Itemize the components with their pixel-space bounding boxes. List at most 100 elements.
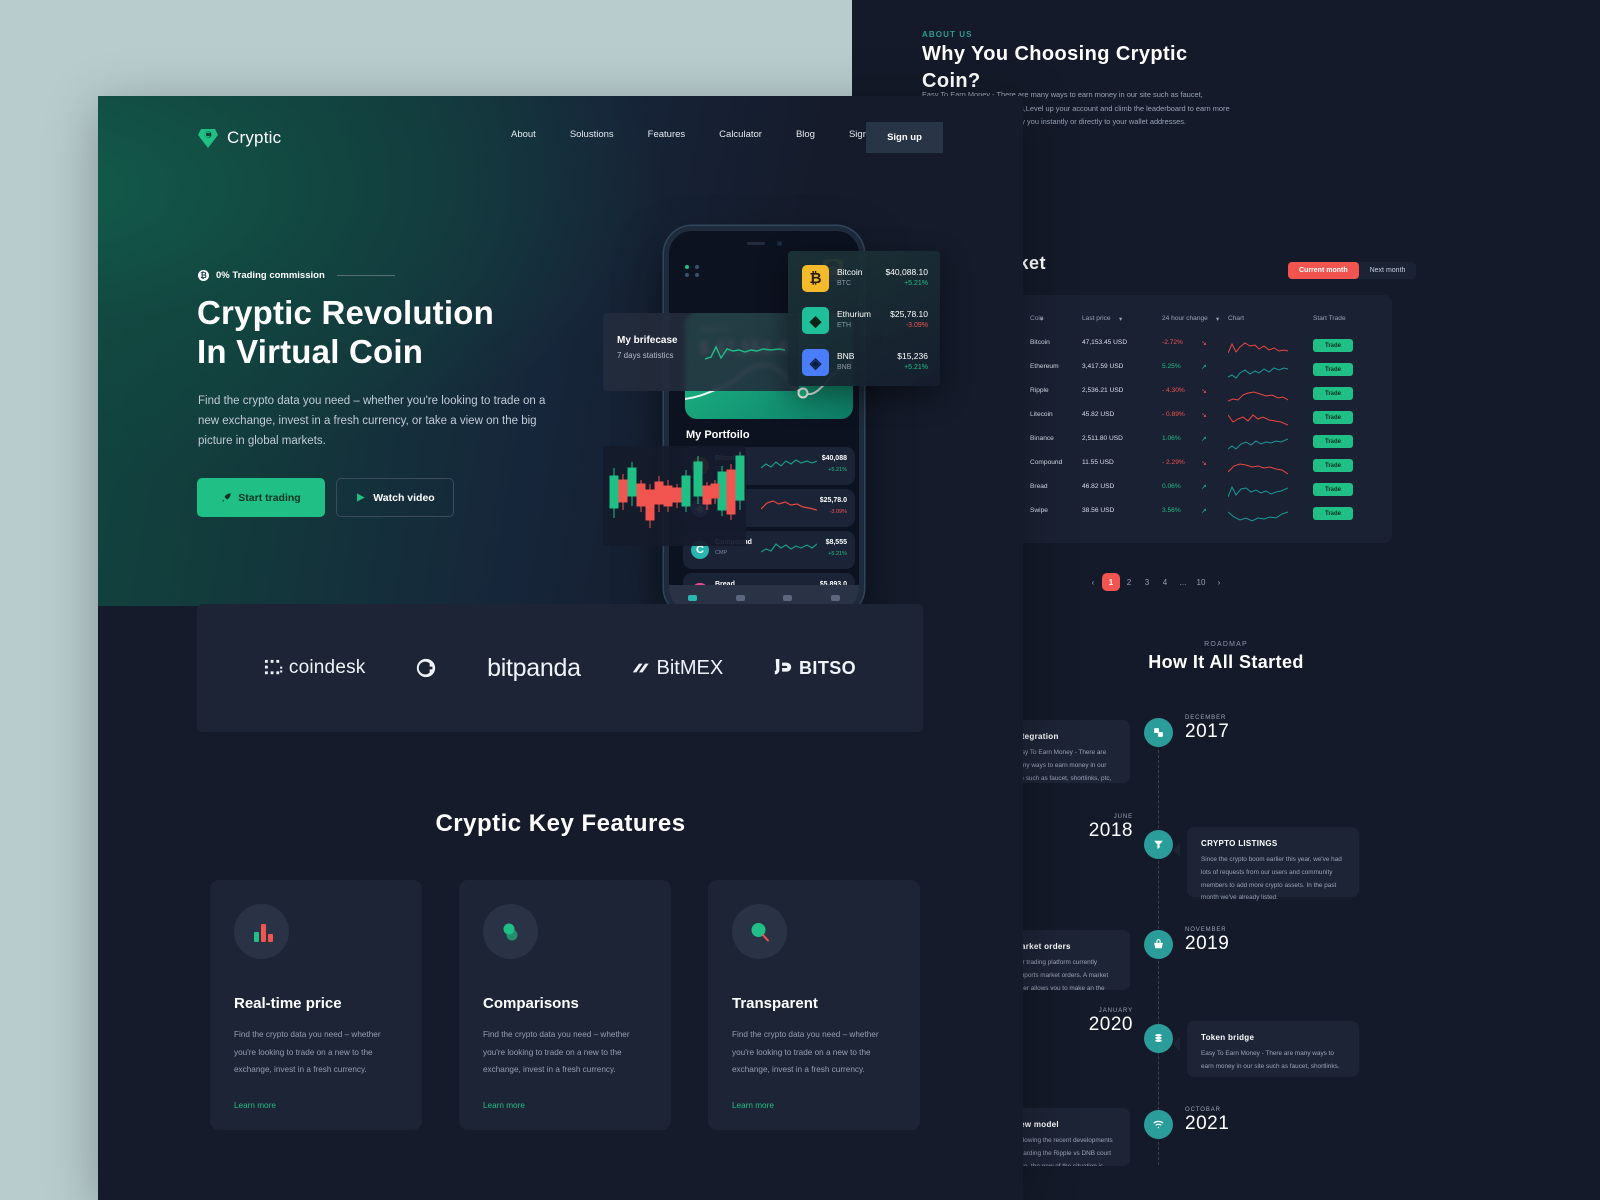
nav-item-about[interactable]: About [494, 129, 553, 140]
bitso-icon [774, 658, 792, 674]
coin-price: $25,78.10 [890, 309, 928, 319]
nav-item-blog[interactable]: Blog [779, 129, 832, 140]
page-prev[interactable]: ‹ [1084, 573, 1102, 591]
cell-coin: Bitcoin [1030, 339, 1050, 346]
cell-change: - 2.29% [1162, 459, 1185, 466]
tab-profile-icon[interactable] [830, 595, 840, 601]
trade-button[interactable]: Trade [1313, 411, 1353, 424]
main-landing-panel: Cryptic About Solustions Features Calcul… [98, 96, 1023, 1200]
hero-title-line1: Cryptic Revolution [197, 294, 494, 331]
coin-symbol: ETH [837, 322, 851, 329]
roadmap-card-2018: CRYPTO LISTINGS Since the crypto boom ea… [1173, 827, 1359, 901]
partner-bitpanda-label: bitpanda [487, 653, 581, 682]
partner-bitpanda[interactable]: bitpanda [487, 654, 581, 683]
tab-wallet-icon[interactable] [735, 595, 745, 601]
watch-video-button[interactable]: Watch video [336, 478, 454, 517]
cell-change: 0.06% [1162, 483, 1181, 490]
partner-coindesk[interactable]: coindesk [264, 657, 366, 679]
cell-price: 46.82 USD [1082, 483, 1115, 490]
coin-change: +5.21% [828, 467, 847, 473]
partner-bitmex-label: BitMEX [656, 656, 724, 679]
market-period-toggle: Current month Next month [1288, 262, 1417, 279]
trade-button[interactable]: Trade [1313, 507, 1353, 520]
tab-current-month[interactable]: Current month [1288, 262, 1359, 279]
roadmap-card-body: Easy To Earn Money - There are many ways… [1201, 1050, 1340, 1070]
list-item[interactable]: ◆ Ethurium ETH $25,78.10 -3.09% [802, 303, 928, 340]
briefcase-card: My brifecase 7 days statistics [603, 313, 799, 391]
coin-change: -3.09% [905, 322, 928, 329]
cell-coin: Binance [1030, 435, 1054, 442]
card-tip [1173, 1037, 1180, 1051]
page-1[interactable]: 1 [1102, 573, 1120, 591]
feature-title: Real-time price [234, 995, 342, 1012]
brand-logo[interactable]: Cryptic [198, 127, 281, 149]
trade-button[interactable]: Trade [1313, 339, 1353, 352]
coindesk-icon [264, 659, 283, 674]
sparkline [1227, 485, 1289, 506]
list-item[interactable]: ◈ BNB BNB $15,236 +5.21% [802, 345, 928, 382]
coin-name: Ethurium [837, 309, 872, 319]
roadmap-node-2017 [1144, 718, 1173, 747]
tab-home-icon[interactable] [688, 595, 698, 601]
feature-learn-more-link[interactable]: Learn more [483, 1101, 525, 1110]
page-10[interactable]: 10 [1192, 573, 1210, 591]
roadmap-year-2019: NOVEMBER 2019 [1185, 927, 1229, 955]
page-2[interactable]: 2 [1120, 573, 1138, 591]
trade-button[interactable]: Trade [1313, 435, 1353, 448]
icon-circle [732, 904, 787, 959]
nav-item-solustions[interactable]: Solustions [553, 129, 631, 140]
nav-item-features[interactable]: Features [631, 129, 703, 140]
partner-bitmex[interactable]: BitMEX [631, 656, 724, 680]
trade-button[interactable]: Trade [1313, 459, 1353, 472]
roadmap-year-2020: JANUARY 2020 [1080, 1008, 1133, 1036]
start-trading-button[interactable]: Start trading [197, 478, 325, 517]
coin-symbol: BTC [837, 280, 851, 287]
sparkline [760, 455, 818, 478]
tab-next-month[interactable]: Next month [1359, 262, 1417, 279]
roadmap-card-body: Easy To Earn Money - There are many ways… [1014, 749, 1112, 782]
card-tip [1173, 843, 1180, 857]
partners-strip: coindesk bitpanda BitMEX BITSO [197, 604, 923, 732]
sparkline [1227, 341, 1289, 362]
col-start-trade: Start Trade [1313, 315, 1346, 322]
tab-chart-icon[interactable] [783, 595, 793, 601]
diamond-pin-icon [198, 127, 218, 149]
filter-icon [1154, 840, 1163, 849]
feature-title: Comparisons [483, 995, 579, 1012]
trade-button[interactable]: Trade [1313, 483, 1353, 496]
coin-icon: ◆ [802, 307, 829, 334]
cell-coin: Litecoin [1030, 411, 1053, 418]
page-4[interactable]: 4 [1156, 573, 1174, 591]
trade-button[interactable]: Trade [1313, 363, 1353, 376]
cell-price: 45.82 USD [1082, 411, 1115, 418]
page-3[interactable]: 3 [1138, 573, 1156, 591]
cell-change: - 4.30% [1162, 387, 1185, 394]
features-cards: Real-time price Find the crypto data you… [210, 880, 920, 1130]
start-trading-label: Start trading [238, 491, 301, 504]
partner-celsius[interactable] [415, 657, 437, 679]
col-last-price[interactable]: Last price [1082, 315, 1111, 322]
col-change[interactable]: 24 hour change [1162, 315, 1208, 322]
cell-coin: Swipe [1030, 507, 1048, 514]
signup-button[interactable]: Sign up [866, 122, 943, 153]
partner-bitso[interactable]: BITSO [773, 658, 856, 679]
roadmap-node-2019 [1144, 930, 1173, 959]
roadmap-year-label: 2020 [1088, 1014, 1133, 1035]
nav-item-calculator[interactable]: Calculator [702, 129, 779, 140]
roadmap-card-body: Following the recent developments regard… [1014, 1137, 1113, 1166]
screenshot-stage: ABOUT US Why You Choosing Cryptic Coin? … [0, 0, 1600, 1200]
bitcoin-icon: ₿ [198, 270, 209, 281]
phone-menu-icon[interactable] [685, 265, 701, 277]
page-next[interactable]: › [1210, 573, 1228, 591]
feature-learn-more-link[interactable]: Learn more [732, 1101, 774, 1110]
list-item[interactable]: ₿ Bitcoin BTC $40,088.10 +5.21% [802, 261, 928, 298]
rocket-icon [222, 493, 231, 502]
cell-change: 1.06% [1162, 435, 1181, 442]
trade-button[interactable]: Trade [1313, 387, 1353, 400]
feature-card-transparent: Transparent Find the crypto data you nee… [708, 880, 920, 1130]
coin-price: $25,78.0 [819, 497, 847, 504]
roadmap-card-2020: Token bridge Easy To Earn Money - There … [1173, 1021, 1359, 1077]
feature-learn-more-link[interactable]: Learn more [234, 1101, 276, 1110]
page-ellipsis: ... [1179, 577, 1187, 587]
sparkline [1227, 365, 1289, 386]
